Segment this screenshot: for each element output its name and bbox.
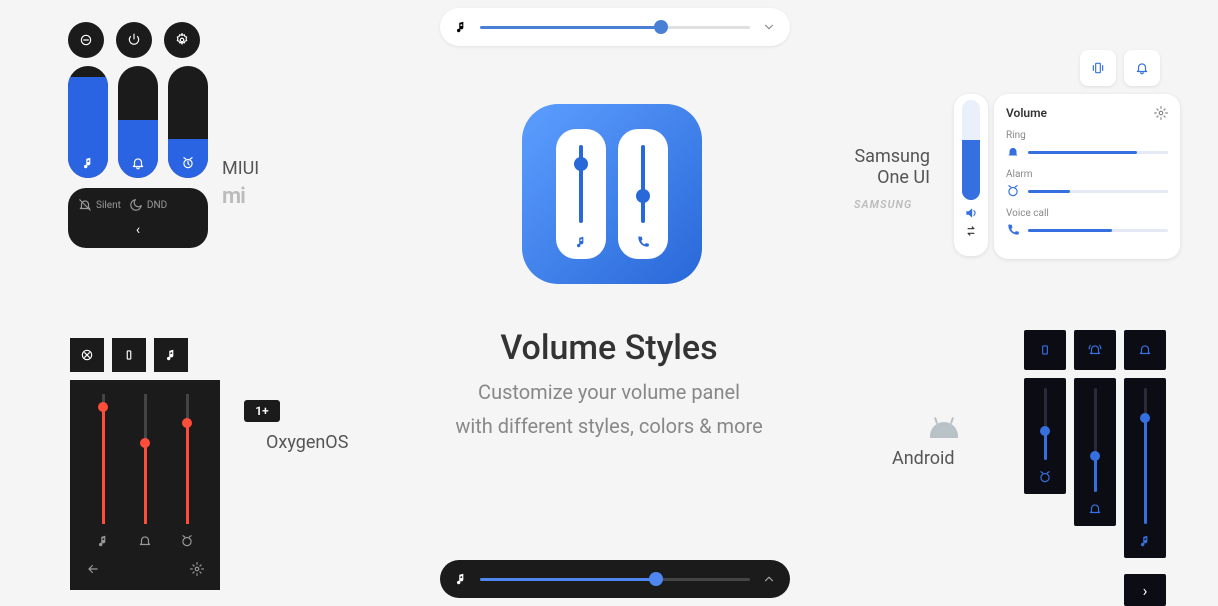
oxy-alarm-slider[interactable]	[186, 394, 189, 524]
miui-label: MIUI	[222, 158, 259, 179]
android-panel: ›	[1024, 330, 1166, 606]
back-arrow-icon[interactable]	[86, 562, 100, 576]
samsung-ring-label: Ring	[1006, 130, 1168, 141]
moon-icon	[129, 198, 143, 212]
chevron-up-icon[interactable]	[762, 572, 776, 586]
bell-icon	[1138, 343, 1152, 357]
miui-alarm-slider[interactable]	[168, 66, 208, 178]
samsung-ring-slider[interactable]	[1006, 145, 1168, 159]
bell-icon	[1135, 61, 1149, 75]
oxygenos-label: OxygenOS	[266, 432, 348, 453]
bell-icon	[1006, 145, 1020, 159]
vibrate-icon	[122, 348, 136, 362]
phone-icon	[1006, 223, 1020, 237]
oxy-mute-button[interactable]	[70, 338, 104, 372]
samsung-mini-slider[interactable]	[954, 94, 988, 256]
music-note-icon	[81, 156, 95, 170]
miui-dnd-toggle[interactable]: DND	[129, 198, 167, 212]
settings-button[interactable]	[164, 22, 200, 58]
samsung-alarm-slider[interactable]	[1006, 184, 1168, 198]
alarm-icon	[1038, 470, 1052, 484]
gear-icon[interactable]	[190, 562, 204, 576]
slider-thumb[interactable]	[654, 20, 668, 34]
android-alarm-slider[interactable]	[1024, 378, 1066, 494]
horizontal-volume-slider-dark[interactable]	[440, 560, 790, 598]
phone-icon	[636, 235, 650, 249]
slider-thumb[interactable]	[649, 572, 663, 586]
samsung-alarm-label: Alarm	[1006, 169, 1168, 180]
samsung-bell-button[interactable]	[1124, 50, 1160, 86]
miui-collapse-button[interactable]: ‹	[78, 222, 198, 238]
bell-icon	[138, 534, 152, 548]
oxy-media-slider[interactable]	[102, 394, 105, 524]
samsung-vibrate-button[interactable]	[1080, 50, 1116, 86]
music-note-icon	[96, 534, 110, 548]
android-label: Android	[892, 448, 955, 469]
samsung-panel: Volume Ring Alarm Voice call	[954, 94, 1180, 259]
android-ring-slider[interactable]	[1074, 378, 1116, 526]
app-icon	[522, 104, 702, 284]
bell-icon	[131, 156, 145, 170]
music-note-icon	[164, 348, 178, 362]
mi-logo: mi	[222, 184, 245, 209]
oxy-ring-button[interactable]	[154, 338, 188, 372]
bell-ring-icon	[1088, 343, 1102, 357]
oxy-vibrate-button[interactable]	[112, 338, 146, 372]
oxygenos-panel	[70, 338, 220, 590]
swap-icon[interactable]	[964, 224, 978, 238]
chevron-down-icon[interactable]	[762, 20, 776, 34]
horizontal-volume-slider-light[interactable]	[440, 8, 790, 46]
speaker-icon	[964, 206, 978, 220]
android-vibrate-button[interactable]	[1024, 330, 1066, 370]
miui-silent-toggle[interactable]: Silent	[78, 198, 121, 212]
power-button[interactable]	[116, 22, 152, 58]
dnd-toggle-button[interactable]	[68, 22, 104, 58]
music-note-icon	[1138, 534, 1152, 548]
alarm-icon	[181, 156, 195, 170]
samsung-logo: SAMSUNG	[854, 198, 912, 211]
music-note-icon	[454, 20, 468, 34]
alarm-icon	[180, 534, 194, 548]
bell-icon	[1088, 502, 1102, 516]
samsung-panel-title: Volume	[1006, 106, 1047, 120]
slider-track[interactable]	[480, 578, 750, 581]
slider-track[interactable]	[480, 26, 750, 29]
samsung-voice-label: Voice call	[1006, 208, 1168, 219]
vibrate-icon	[1038, 343, 1052, 357]
miui-ring-slider[interactable]	[118, 66, 158, 178]
vibrate-icon	[1091, 61, 1105, 75]
samsung-voice-slider[interactable]	[1006, 223, 1168, 237]
android-ring-button[interactable]	[1074, 330, 1116, 370]
samsung-expanded-panel: Volume Ring Alarm Voice call	[994, 94, 1180, 259]
android-bell-button[interactable]	[1124, 330, 1166, 370]
music-note-icon	[574, 235, 588, 249]
oneplus-logo: 1+	[244, 400, 280, 422]
android-media-slider[interactable]	[1124, 378, 1166, 558]
bell-off-icon	[78, 198, 92, 212]
oxy-ring-slider[interactable]	[144, 394, 147, 524]
gear-icon[interactable]	[1154, 106, 1168, 120]
miui-panel: Silent DND ‹	[68, 22, 208, 248]
mute-icon	[80, 348, 94, 362]
music-note-icon	[454, 572, 468, 586]
android-expand-button[interactable]: ›	[1124, 574, 1166, 606]
samsung-label: SamsungOne UI	[838, 146, 930, 188]
miui-media-slider[interactable]	[68, 66, 108, 178]
alarm-icon	[1006, 184, 1020, 198]
